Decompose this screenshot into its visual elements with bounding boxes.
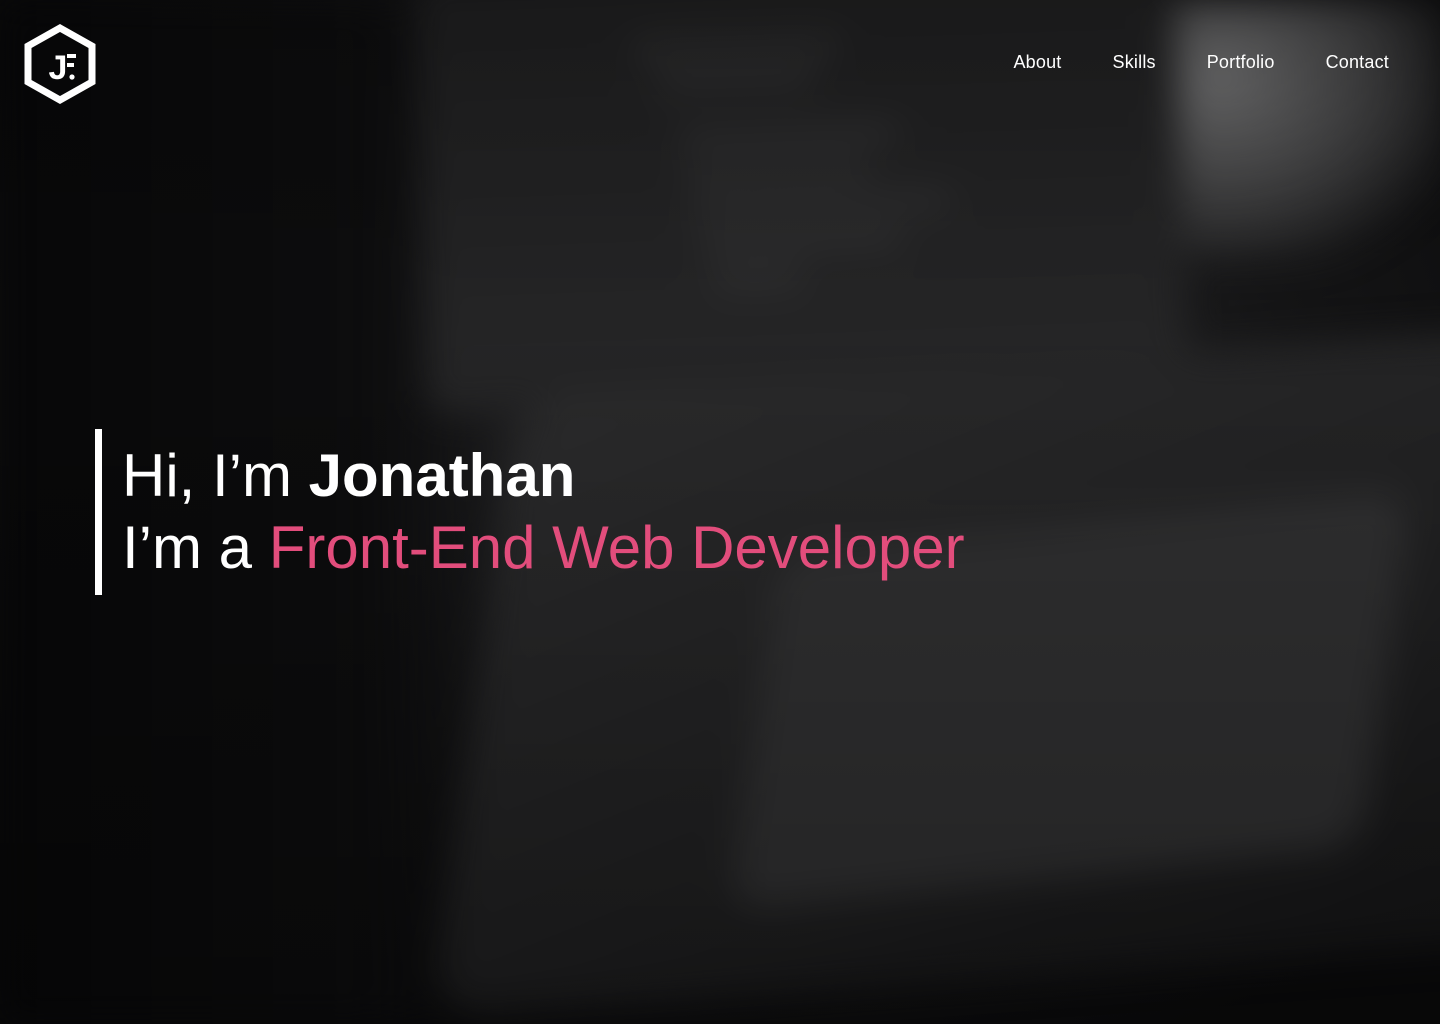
hero-section: J About Skills Portfolio Contact Hi, I’m… [0,0,1440,1024]
nav-about[interactable]: About [1013,52,1061,73]
logo-letter: J [49,49,68,87]
role-text: Front-End Web Developer [268,514,965,581]
name-text: Jonathan [308,442,576,509]
intro-block: Hi, I’m Jonathan I’m a Front-End Web Dev… [95,429,965,595]
nav-contact[interactable]: Contact [1326,52,1389,73]
greeting-text: Hi, I’m [122,442,309,509]
nav-skills[interactable]: Skills [1113,52,1156,73]
nav-portfolio[interactable]: Portfolio [1207,52,1275,73]
hexagon-monogram-logo[interactable]: J [24,23,96,105]
greeting-line: Hi, I’m Jonathan [122,440,965,512]
role-line: I’m a Front-End Web Developer [122,512,965,584]
main-nav: About Skills Portfolio Contact [1013,52,1389,73]
role-prefix-text: I’m a [122,514,269,581]
